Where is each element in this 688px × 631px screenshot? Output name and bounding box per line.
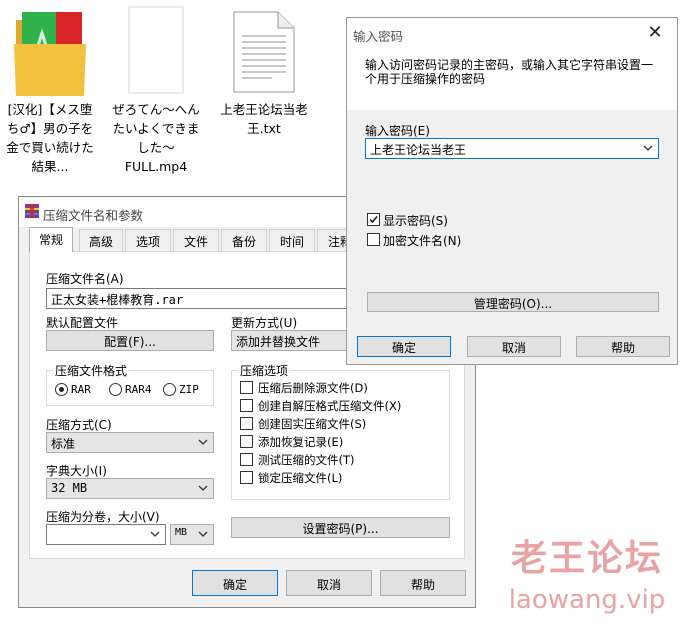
format-group-title: 压缩文件格式 [53, 362, 130, 379]
method-label: 压缩方式(C) [46, 418, 112, 432]
archive-name-label: 压缩文件名(A) [46, 272, 124, 286]
radio-zip[interactable] [163, 383, 176, 396]
file-label-line: 金で買い続けた [6, 140, 94, 155]
password-description: 输入访问密码记录的主密码，或输入其它字符串设置一个用于压缩操作的密码 [365, 58, 654, 86]
sfx-label: 创建自解压格式压缩文件(X) [258, 399, 402, 413]
file-label-line: ぜろてん～へん [112, 102, 200, 117]
split-size-input[interactable] [46, 524, 166, 545]
profile-button[interactable]: 配置(F)... [46, 330, 214, 351]
password-label: 输入密码(E) [365, 124, 430, 138]
tab-backup[interactable]: 备份 [221, 229, 267, 251]
cancel-button[interactable]: 取消 [286, 570, 372, 596]
password-dialog-titlebar[interactable]: 输入密码 ✕ [347, 18, 677, 48]
radio-zip-label: ZIP [179, 383, 199, 396]
chevron-down-icon [198, 485, 208, 491]
close-icon[interactable]: ✕ [641, 22, 669, 43]
lock-archive-label: 锁定压缩文件(L) [258, 471, 343, 485]
file-label-line: 上老王论坛当老 [220, 102, 308, 117]
test-files-label: 测试压缩的文件(T) [258, 453, 355, 467]
desktop-file-video[interactable]: ぜろてん～へん たいよくできま した～ FULL.mp4 [104, 0, 208, 180]
text-document-icon [232, 10, 296, 99]
sfx-checkbox[interactable] [240, 399, 253, 412]
dict-size-select[interactable]: 32 MB [46, 478, 214, 499]
winrar-app-icon [25, 204, 39, 218]
help-button[interactable]: 帮助 [380, 570, 466, 596]
desktop-file-manga-folder[interactable]: [汉化]【メス堕 ち♂】男の子を 金で買い続けた 結果... [0, 0, 100, 180]
archive-dialog-title: 压缩文件名和参数 [43, 208, 144, 223]
radio-rar4-label: RAR4 [125, 383, 152, 396]
default-profile-label: 默认配置文件 [46, 316, 119, 330]
file-label-line: ち♂】男の子を [6, 121, 94, 136]
desktop-file-text[interactable]: 上老王论坛当老 王.txt [212, 0, 316, 140]
folder-thumbnail-icon [12, 8, 88, 103]
radio-rar4[interactable] [109, 383, 122, 396]
chevron-down-icon [150, 531, 160, 537]
chevron-down-icon [643, 145, 653, 151]
file-label-line: 王.txt [247, 121, 281, 136]
encrypt-file-names-label: 加密文件名(N) [383, 234, 462, 248]
password-cancel-button[interactable]: 取消 [467, 336, 561, 357]
file-label-line: した～ [137, 140, 175, 155]
split-volume-label: 压缩为分卷，大小(V) [46, 510, 160, 524]
test-files-checkbox[interactable] [240, 453, 253, 466]
solid-label: 创建固实压缩文件(S) [258, 417, 367, 431]
recovery-record-checkbox[interactable] [240, 435, 253, 448]
tab-time[interactable]: 时间 [269, 229, 315, 251]
password-dialog: 输入密码 ✕ 输入访问密码记录的主密码，或输入其它字符串设置一个用于压缩操作的密… [346, 17, 678, 365]
options-group: 压缩选项 压缩后删除源文件(D) 创建自解压格式压缩文件(X) 创建固实压缩文件… [231, 362, 450, 500]
password-input[interactable]: 上老王论坛当老王 [365, 138, 659, 159]
tab-options[interactable]: 选项 [125, 229, 171, 251]
update-mode-select[interactable]: 添加并替换文件 [231, 330, 356, 351]
password-ok-button[interactable]: 确定 [357, 336, 451, 357]
password-dialog-title: 输入密码 [353, 29, 404, 44]
options-group-title: 压缩选项 [238, 362, 291, 379]
delete-source-label: 压缩后删除源文件(D) [258, 381, 368, 395]
site-watermark: 老王论坛 laowang.vip [492, 538, 682, 616]
watermark-title: 老王论坛 [510, 538, 663, 579]
manage-passwords-button[interactable]: 管理密码(O)... [367, 292, 659, 312]
ok-button[interactable]: 确定 [192, 570, 278, 596]
dict-size-label: 字典大小(I) [46, 464, 107, 478]
update-mode-label: 更新方式(U) [231, 316, 298, 330]
encrypt-file-names-checkbox[interactable] [367, 233, 380, 246]
set-password-button[interactable]: 设置密码(P)... [231, 517, 450, 538]
format-group: 压缩文件格式 RAR RAR4 ZIP [46, 362, 214, 406]
file-label-line: 結果... [31, 159, 69, 174]
chevron-down-icon [198, 531, 208, 537]
checkmark-icon [369, 216, 378, 224]
file-label-line: FULL.mp4 [124, 159, 188, 174]
file-label-line: たいよくできま [112, 121, 200, 136]
show-password-checkbox[interactable] [367, 213, 380, 226]
password-dialog-header: 输入访问密码记录的主密码，或输入其它字符串设置一个用于压缩操作的密码 [347, 48, 677, 110]
chevron-down-icon [198, 439, 208, 445]
watermark-url: laowang.vip [508, 585, 666, 615]
recovery-record-label: 添加恢复记录(E) [258, 435, 344, 449]
method-select[interactable]: 标准 [46, 432, 214, 453]
radio-rar[interactable] [55, 383, 68, 396]
archive-name-input[interactable]: 正太女装+棍棒教育.rar [46, 288, 356, 309]
delete-source-checkbox[interactable] [240, 381, 253, 394]
tab-files[interactable]: 文件 [173, 229, 219, 251]
password-help-button[interactable]: 帮助 [576, 336, 670, 357]
show-password-label: 显示密码(S) [383, 214, 448, 228]
tab-general[interactable]: 常规 [29, 227, 73, 252]
file-label-line: [汉化]【メス堕 [7, 102, 93, 117]
blank-file-icon [128, 6, 184, 101]
solid-checkbox[interactable] [240, 417, 253, 430]
tab-advanced[interactable]: 高级 [79, 229, 123, 251]
lock-archive-checkbox[interactable] [240, 471, 253, 484]
radio-rar-label: RAR [71, 383, 91, 396]
split-unit-select[interactable]: MB [170, 524, 214, 545]
